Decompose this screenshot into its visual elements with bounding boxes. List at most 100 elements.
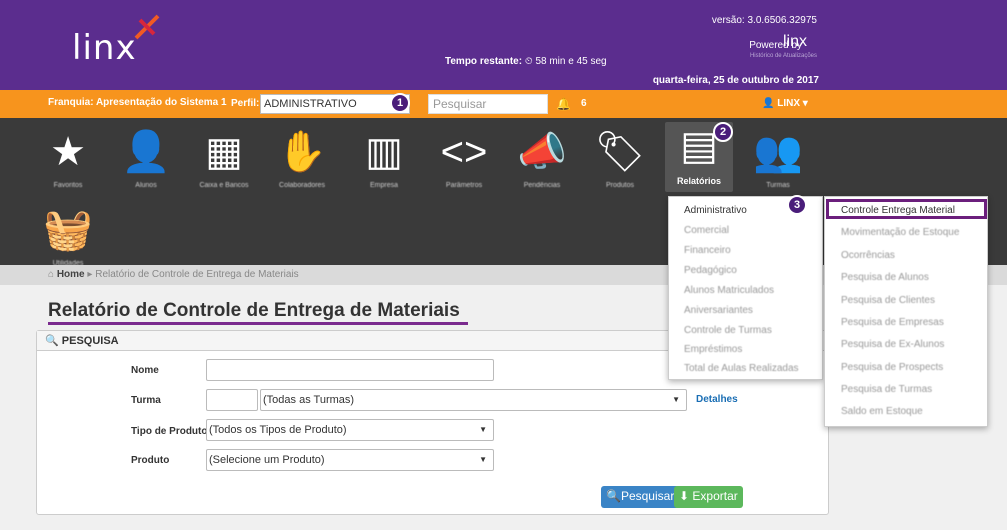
menu-label: Alunos xyxy=(135,182,157,189)
menu-caixa[interactable]: ▦ Caixa e Bancos xyxy=(184,128,264,189)
turma-select[interactable]: (Todas as Turmas) ▼ xyxy=(260,389,687,411)
menu-alunos[interactable]: 👤 Alunos xyxy=(106,128,186,189)
historico-link[interactable]: Histórico de Atualizações xyxy=(750,53,817,59)
title-underline xyxy=(48,322,468,325)
tipo-select-value: (Todos os Tipos de Produto) xyxy=(209,424,347,436)
user-name: LINX ▾ xyxy=(777,98,808,109)
download-icon: ⬇ xyxy=(679,489,690,503)
relatorios-dropdown: Administrativo Comercial Financeiro Peda… xyxy=(668,196,823,380)
search-icon: 🔍 xyxy=(606,489,621,503)
code-icon: <> xyxy=(440,130,488,174)
panel-title: PESQUISA xyxy=(61,335,119,347)
perfil-select[interactable]: ADMINISTRATIVO xyxy=(260,94,410,114)
version-text: versão: 3.0.6506.32975 xyxy=(711,15,817,26)
menu-favoritos[interactable]: ★ Favoritos xyxy=(28,128,108,189)
menu-parametros[interactable]: <> Parâmetros xyxy=(424,128,504,189)
menu-empresa[interactable]: ▥ Empresa xyxy=(344,128,424,189)
menu-utilidades[interactable]: 🧺 Utilidades xyxy=(28,206,108,267)
menu-pendencias[interactable]: 📣 Pendências xyxy=(502,128,582,189)
menu-label: Turmas xyxy=(766,182,790,189)
dd-item[interactable]: Movimentação de Estoque xyxy=(841,227,959,238)
tag-icon: 🏷 xyxy=(594,130,646,174)
powered-linx-logo: linx xyxy=(782,33,807,50)
star-icon: ★ xyxy=(50,130,86,174)
turma-code-input[interactable] xyxy=(206,389,258,411)
produto-select[interactable]: (Selecione um Produto) ▼ xyxy=(206,449,494,471)
chevron-down-icon: ▼ xyxy=(479,455,487,464)
dd-item[interactable]: Pedagógico xyxy=(684,265,737,276)
dd-item[interactable]: Total de Aulas Realizadas xyxy=(684,363,799,374)
breadcrumb-home[interactable]: Home xyxy=(57,269,85,280)
menu-label: Relatórios xyxy=(676,176,721,186)
tipo-produto-select[interactable]: (Todos os Tipos de Produto) ▼ xyxy=(206,419,494,441)
tipo-produto-label: Tipo de Produto xyxy=(131,426,208,437)
basket-icon: 🧺 xyxy=(43,208,93,252)
dd-item[interactable]: Financeiro xyxy=(684,245,731,256)
current-date: quarta-feira, 25 de outubro de 2017 xyxy=(652,75,819,86)
breadcrumb-separator: ▸ xyxy=(87,269,93,280)
dd-item[interactable]: Aniversariantes xyxy=(684,305,753,316)
pesquisar-button[interactable]: 🔍Pesquisar xyxy=(601,486,680,508)
linx-logo[interactable]: linx xyxy=(72,28,137,68)
franquia-label: Franquia: Apresentação do Sistema 1 xyxy=(48,97,227,108)
building-icon: ▥ xyxy=(365,130,403,174)
home-icon[interactable]: ⌂ xyxy=(48,269,54,280)
menu-turmas[interactable]: 👥 Turmas xyxy=(738,128,818,189)
notification-count[interactable]: 6 xyxy=(581,98,587,109)
timer-value: 58 min e 45 seg xyxy=(535,56,607,67)
dd-item[interactable]: Pesquisa de Prospects xyxy=(841,362,943,373)
dd-item[interactable]: Ocorrências xyxy=(841,250,895,261)
handshake-icon: ✋ xyxy=(277,130,327,174)
dd-item[interactable]: Administrativo xyxy=(684,205,747,216)
produto-label: Produto xyxy=(131,455,170,466)
pesquisar-label: Pesquisar xyxy=(620,489,675,503)
dd-item[interactable]: Pesquisa de Alunos xyxy=(841,272,929,283)
clock-icon: ⏲ xyxy=(524,56,533,67)
bell-icon[interactable]: 🔔 xyxy=(556,97,571,111)
exportar-label: Exportar xyxy=(692,489,738,503)
session-timer: Tempo restante: ⏲ 58 min e 45 seg xyxy=(445,56,607,67)
top-header: linx versão: 3.0.6506.32975 Powered by l… xyxy=(0,0,1007,90)
user-menu[interactable]: 👤 LINX ▾ xyxy=(762,98,808,109)
menu-label: Favoritos xyxy=(53,182,83,189)
menu-colaboradores[interactable]: ✋ Colaboradores xyxy=(262,128,342,189)
menu-label: Parâmetros xyxy=(445,182,483,189)
dd-item[interactable]: Pesquisa de Ex-Alunos xyxy=(841,339,944,350)
dd-item[interactable]: Empréstimos xyxy=(684,344,742,355)
chevron-down-icon: ▼ xyxy=(479,425,487,434)
search-icon: 🔍 xyxy=(45,335,59,347)
produto-select-value: (Selecione um Produto) xyxy=(209,454,325,466)
administrativo-submenu: Controle Entrega Material Movimentação d… xyxy=(824,196,988,427)
dd-item[interactable]: Alunos Matriculados xyxy=(684,285,774,296)
timer-label: Tempo restante: xyxy=(445,56,523,67)
nome-input[interactable] xyxy=(206,359,494,381)
linx-logo-icon xyxy=(134,14,160,40)
menu-label: Empresa xyxy=(369,182,398,189)
step-badge-3: 3 xyxy=(787,195,807,215)
menu-label: Produtos xyxy=(605,182,635,189)
group-icon: 👥 xyxy=(753,130,803,174)
dd-item-controle-entrega[interactable]: Controle Entrega Material xyxy=(826,199,987,219)
breadcrumb-current: Relatório de Controle de Entrega de Mate… xyxy=(95,269,299,280)
menu-label: Pendências xyxy=(523,182,561,189)
menu-produtos[interactable]: 🏷 Produtos xyxy=(580,128,660,189)
chevron-down-icon: ▼ xyxy=(672,395,680,404)
page-title: Relatório de Controle de Entrega de Mate… xyxy=(48,300,460,321)
exportar-button[interactable]: ⬇ Exportar xyxy=(674,486,743,508)
dd-item[interactable]: Saldo em Estoque xyxy=(841,406,923,417)
dd-item[interactable]: Pesquisa de Empresas xyxy=(841,317,944,328)
dd-item[interactable]: Pesquisa de Turmas xyxy=(841,384,932,395)
dd-item[interactable]: Pesquisa de Clientes xyxy=(841,295,935,306)
person-icon: 👤 xyxy=(121,130,171,174)
menu-label: Colaboradores xyxy=(279,182,325,189)
dd-item[interactable]: Controle de Turmas xyxy=(684,325,772,336)
dd-item[interactable]: Comercial xyxy=(684,225,729,236)
top-nav-bar: Franquia: Apresentação do Sistema 1 Perf… xyxy=(0,90,1007,118)
cash-register-icon: ▦ xyxy=(205,130,243,174)
nome-label: Nome xyxy=(131,365,159,376)
detalhes-link[interactable]: Detalhes xyxy=(696,394,738,405)
step-badge-2: 2 xyxy=(713,122,733,142)
perfil-label: Perfil: xyxy=(231,98,260,109)
search-input[interactable]: Pesquisar xyxy=(428,94,548,114)
turma-select-value: (Todas as Turmas) xyxy=(263,394,355,406)
